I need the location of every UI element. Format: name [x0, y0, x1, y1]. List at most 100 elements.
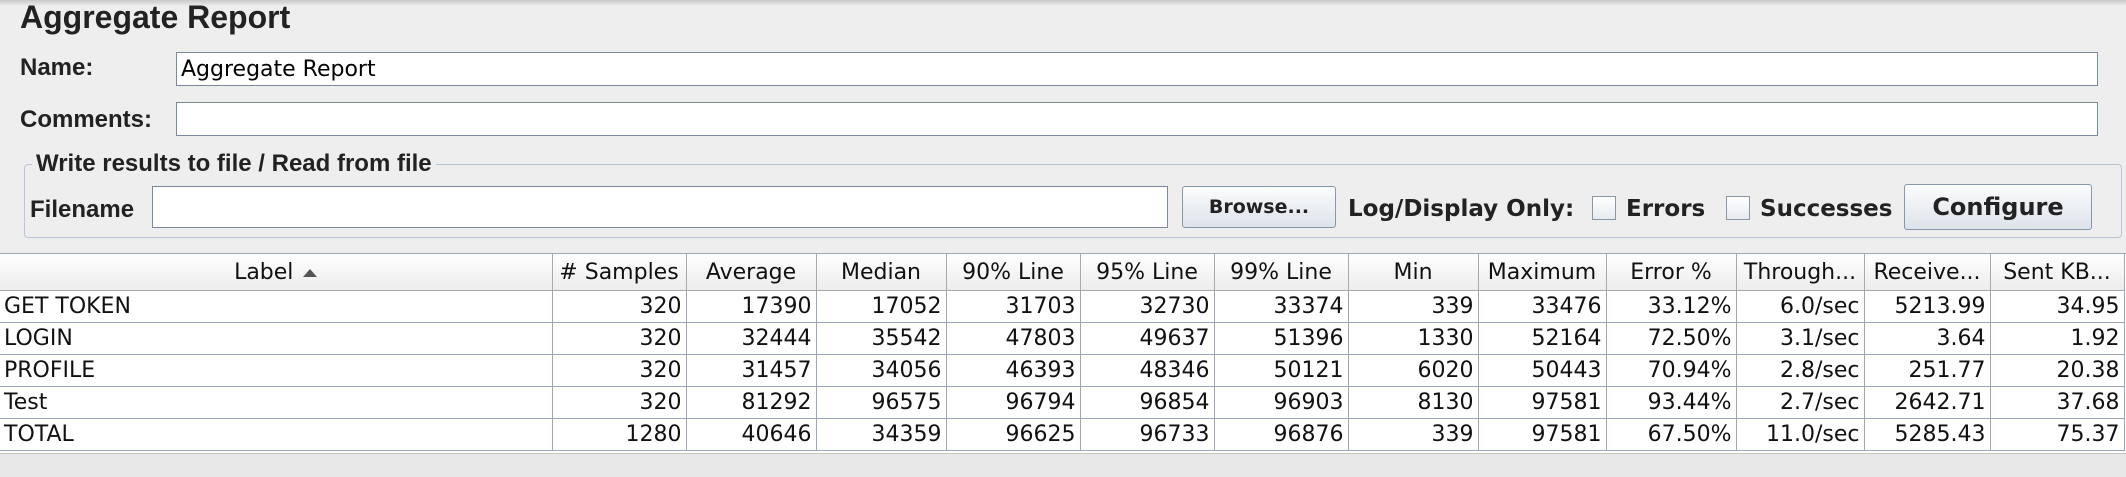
table-cell: 11.0/sec: [1736, 418, 1865, 451]
name-label: Name:: [20, 54, 94, 81]
table-cell: LOGIN: [0, 322, 553, 355]
table-cell: 5213.99: [1864, 290, 1991, 323]
successes-checkbox[interactable]: [1726, 196, 1750, 220]
table-cell: Test: [0, 386, 553, 419]
table-cell: 339: [1348, 418, 1479, 451]
table-cell: 5285.43: [1864, 418, 1991, 451]
table-cell: 1280: [552, 418, 687, 451]
table-cell: 37.68: [1990, 386, 2125, 419]
table-cell: 50121: [1214, 354, 1349, 387]
table-cell: 49637: [1080, 322, 1215, 355]
browse-button[interactable]: Browse...: [1182, 186, 1336, 228]
table-cell: 96625: [946, 418, 1081, 451]
column-header-99-line[interactable]: 99% Line: [1214, 254, 1349, 291]
name-input[interactable]: [176, 52, 2098, 86]
table-cell: 33.12%: [1606, 290, 1737, 323]
table-bottom-edge: [0, 453, 2126, 477]
configure-button[interactable]: Configure: [1904, 184, 2092, 230]
table-cell: 31457: [686, 354, 817, 387]
column-header-samples[interactable]: # Samples: [552, 254, 687, 291]
table-cell: 46393: [946, 354, 1081, 387]
table-cell: 2.8/sec: [1736, 354, 1865, 387]
table-cell: 97581: [1478, 386, 1607, 419]
column-header-throughput[interactable]: Through...: [1736, 254, 1865, 291]
table-cell: 3.1/sec: [1736, 322, 1865, 355]
table-cell: 3.64: [1864, 322, 1991, 355]
table-row-total[interactable]: TOTAL 1280 40646 34359 96625 96733 96876…: [0, 418, 2125, 451]
column-header-label[interactable]: Label: [0, 254, 553, 291]
table-header-row: Label # Samples Average Median 90% Line …: [0, 254, 2125, 291]
column-header-text: Label: [234, 259, 294, 285]
table-cell: 20.38: [1990, 354, 2125, 387]
file-section-title: Write results to file / Read from file: [32, 150, 436, 178]
column-header-received-kb[interactable]: Receive...: [1864, 254, 1991, 291]
table-cell: 32444: [686, 322, 817, 355]
table-cell: 72.50%: [1606, 322, 1737, 355]
filename-label: Filename: [30, 196, 135, 223]
column-header-90-line[interactable]: 90% Line: [946, 254, 1081, 291]
table-cell: 96733: [1080, 418, 1215, 451]
table-cell: 2642.71: [1864, 386, 1991, 419]
table-cell: 8130: [1348, 386, 1479, 419]
comments-label: Comments:: [20, 106, 153, 133]
table-cell: 35542: [816, 322, 947, 355]
successes-label: Successes: [1760, 196, 1893, 222]
table-cell: 47803: [946, 322, 1081, 355]
table-cell: 93.44%: [1606, 386, 1737, 419]
table-cell: 34.95: [1990, 290, 2125, 323]
column-header-sent-kb[interactable]: Sent KB...: [1990, 254, 2125, 291]
table-cell: 6020: [1348, 354, 1479, 387]
table-cell: 1.92: [1990, 322, 2125, 355]
column-header-average[interactable]: Average: [686, 254, 817, 291]
table-cell: 32730: [1080, 290, 1215, 323]
sort-ascending-icon: [303, 268, 318, 277]
panel-title: Aggregate Report: [20, 0, 291, 35]
table-cell: 97581: [1478, 418, 1607, 451]
table-row[interactable]: Test 320 81292 96575 96794 96854 96903 8…: [0, 386, 2125, 419]
table-cell: 96794: [946, 386, 1081, 419]
table-cell: 1330: [1348, 322, 1479, 355]
table-row[interactable]: GET TOKEN 320 17390 17052 31703 32730 33…: [0, 290, 2125, 323]
errors-checkbox[interactable]: [1592, 196, 1616, 220]
filename-input[interactable]: [152, 186, 1168, 228]
table-cell: 31703: [946, 290, 1081, 323]
table-cell: 75.37: [1990, 418, 2125, 451]
table-cell: 96903: [1214, 386, 1349, 419]
table-cell: 52164: [1478, 322, 1607, 355]
comments-input[interactable]: [176, 102, 2098, 136]
table-cell: 48346: [1080, 354, 1215, 387]
column-header-min[interactable]: Min: [1348, 254, 1479, 291]
aggregate-results-table: Label # Samples Average Median 90% Line …: [0, 254, 2125, 451]
column-header-median[interactable]: Median: [816, 254, 947, 291]
table-cell: 17052: [816, 290, 947, 323]
errors-label: Errors: [1626, 196, 1706, 222]
table-cell: PROFILE: [0, 354, 553, 387]
column-header-maximum[interactable]: Maximum: [1478, 254, 1607, 291]
table-cell: 96876: [1214, 418, 1349, 451]
window-top-edge: [0, 0, 2126, 6]
table-cell: 51396: [1214, 322, 1349, 355]
table-row[interactable]: PROFILE 320 31457 34056 46393 48346 5012…: [0, 354, 2125, 387]
table-cell: 50443: [1478, 354, 1607, 387]
table-cell: 320: [552, 386, 687, 419]
table-cell: 6.0/sec: [1736, 290, 1865, 323]
table-cell: 40646: [686, 418, 817, 451]
table-cell: 17390: [686, 290, 817, 323]
table-body: GET TOKEN 320 17390 17052 31703 32730 33…: [0, 290, 2125, 451]
table-cell: 34359: [816, 418, 947, 451]
table-cell: 320: [552, 354, 687, 387]
table-row[interactable]: LOGIN 320 32444 35542 47803 49637 51396 …: [0, 322, 2125, 355]
table-cell: GET TOKEN: [0, 290, 553, 323]
table-cell: 70.94%: [1606, 354, 1737, 387]
table-cell: 34056: [816, 354, 947, 387]
table-cell: 33374: [1214, 290, 1349, 323]
table-cell: 33476: [1478, 290, 1607, 323]
table-cell: 96854: [1080, 386, 1215, 419]
column-header-95-line[interactable]: 95% Line: [1080, 254, 1215, 291]
table-cell: 251.77: [1864, 354, 1991, 387]
table-header: Label # Samples Average Median 90% Line …: [0, 254, 2125, 291]
table-cell: 96575: [816, 386, 947, 419]
table-cell: 81292: [686, 386, 817, 419]
column-header-error-percent[interactable]: Error %: [1606, 254, 1737, 291]
log-display-only-label: Log/Display Only:: [1348, 196, 1575, 222]
